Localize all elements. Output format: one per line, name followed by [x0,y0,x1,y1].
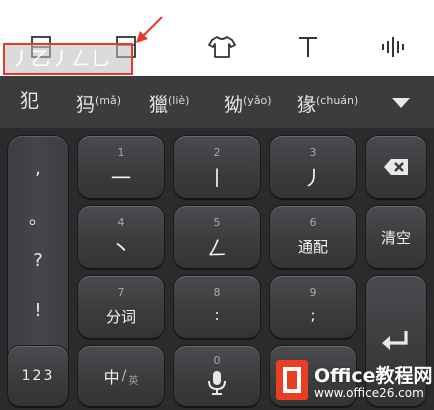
key-number: 2 [213,146,221,159]
key-label: 分词 [105,308,136,326]
microphone-icon [208,371,226,395]
key-label: : [214,306,220,324]
key-number: 4 [117,216,125,229]
key-number: 3 [309,146,317,159]
shirt-icon[interactable] [207,32,237,62]
key-number: 7 [117,286,125,299]
language-switch-key[interactable]: 中 / 英 [78,346,164,406]
symbol-exclaim[interactable]: ! [8,300,68,321]
key-number: 5 [213,216,221,229]
watermark: Office教程网 www.office26.com [272,356,433,408]
candidate-char: 獵 [149,94,169,116]
collapse-candidates-icon[interactable] [391,97,411,109]
symbol-question[interactable]: ? [8,250,68,271]
key-6[interactable]: 6 通配 [270,206,356,268]
lang-alt-label: 英 [128,375,139,387]
key-9[interactable]: 9 ; [270,276,356,338]
key-label: 一 [111,166,131,190]
candidate-pinyin: (mǎ) [95,94,122,107]
keyboard-toolbar: 丿乙丿ㄥ乚 [0,0,434,76]
enter-icon [382,331,408,350]
candidate-item[interactable]: 猭(chuán) [297,89,358,117]
symbol-comma[interactable]: , [8,158,68,179]
key-8[interactable]: 8 : [174,276,260,338]
key-number: 8 [213,286,221,299]
key-label: 通配 [297,238,328,256]
backspace-icon [384,159,408,175]
watermark-title: Office教程网 [314,365,433,387]
candidate-bar: 犯 犸(mǎ) 獵(liè) 狕(yǎo) 猭(chuán) [0,76,434,128]
annotation-arrow-icon [136,16,163,43]
candidate-char: 狕 [224,94,244,116]
candidate-char: 犸 [76,94,96,116]
office-logo-icon [276,360,308,400]
key-label: 丿 [303,166,323,190]
key-4[interactable]: 4 丶 [78,206,164,268]
symbol-period[interactable]: 。 [8,204,68,230]
numbers-key[interactable]: 123 [8,346,68,406]
voice-wave-icon[interactable] [378,32,408,62]
backspace-key[interactable] [366,136,426,198]
key-3[interactable]: 3 丿 [270,136,356,198]
candidate-item[interactable]: 犯 [20,89,39,113]
key-5[interactable]: 5 ㄥ [174,206,260,268]
key-label: ; [310,306,316,324]
key-number: 1 [117,146,125,159]
candidate-char: 犯 [20,90,40,112]
key-label: ㄥ [207,236,227,260]
lang-separator: / [121,368,127,384]
candidate-item[interactable]: 獵(liè) [149,89,189,117]
key-label: 丶 [111,236,131,260]
candidate-char: 猭 [297,94,317,116]
text-icon[interactable] [293,32,323,62]
clear-key[interactable]: 清空 [366,206,426,268]
stroke-input-preview: 丿乙丿ㄥ乚 [3,43,133,75]
candidate-item[interactable]: 狕(yǎo) [224,89,272,117]
key-label: 丨 [207,166,227,190]
candidate-pinyin: (liè) [168,94,190,107]
key-number: 9 [309,286,317,299]
key-1[interactable]: 1 一 [78,136,164,198]
key-number: 0 [213,354,221,367]
candidate-pinyin: (chuán) [316,94,359,107]
lang-main-label: 中 [103,368,120,387]
watermark-url: www.office26.com [314,386,424,400]
candidate-pinyin: (yǎo) [243,94,272,107]
key-number: 6 [309,216,317,229]
candidate-item[interactable]: 犸(mǎ) [76,89,121,117]
key-7[interactable]: 7 分词 [78,276,164,338]
key-0-space[interactable]: 0 [174,346,260,406]
key-2[interactable]: 2 丨 [174,136,260,198]
